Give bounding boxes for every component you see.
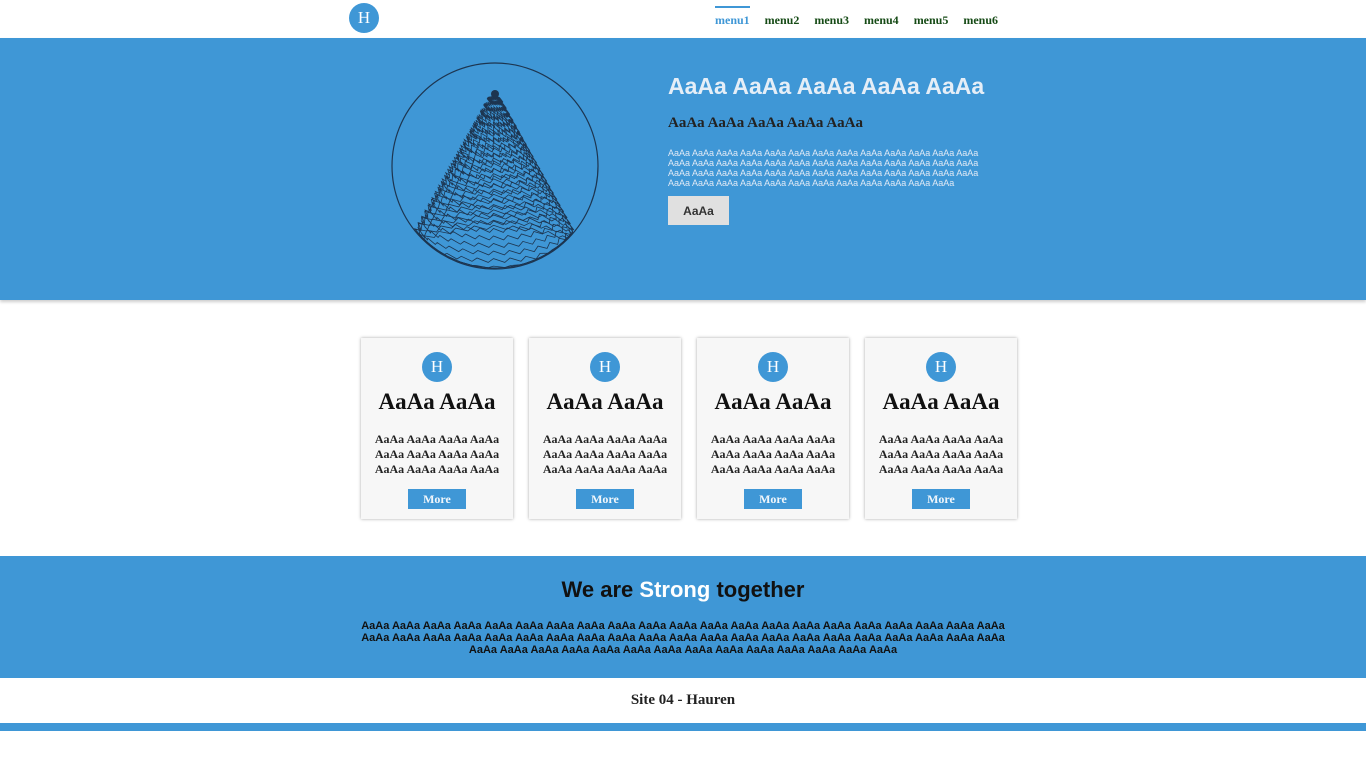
- card-text: AaAa AaAa AaAa AaAa AaAa AaAa AaAa AaAa …: [374, 432, 500, 476]
- card-more-button[interactable]: More: [912, 489, 970, 509]
- card-title: AaAa AaAa: [714, 389, 832, 414]
- band-description: AaAa AaAa AaAa AaAa AaAa AaAa AaAa AaAa …: [361, 620, 1005, 656]
- nav-item-menu1[interactable]: menu1: [715, 6, 750, 30]
- nav-item-menu6[interactable]: menu6: [963, 6, 998, 30]
- strong-together-section: [0, 556, 1366, 678]
- feature-card: H AaAa AaAa AaAa AaAa AaAa AaAa AaAa AaA…: [697, 338, 849, 519]
- nav-item-menu5[interactable]: menu5: [914, 6, 949, 30]
- feature-card: H AaAa AaAa AaAa AaAa AaAa AaAa AaAa AaA…: [529, 338, 681, 519]
- card-title: AaAa AaAa: [546, 389, 664, 414]
- card-logo-icon: H: [926, 352, 956, 382]
- nav-item-menu3[interactable]: menu3: [814, 6, 849, 30]
- card-more-button[interactable]: More: [744, 489, 802, 509]
- card-more-button[interactable]: More: [408, 489, 466, 509]
- card-logo-icon: H: [590, 352, 620, 382]
- top-bar: H menu1 menu2 menu3 menu4 menu5 menu6: [0, 0, 1366, 38]
- band-title-highlight: Strong: [639, 577, 711, 602]
- feature-card: H AaAa AaAa AaAa AaAa AaAa AaAa AaAa AaA…: [361, 338, 513, 519]
- nav-item-menu4[interactable]: menu4: [864, 6, 899, 30]
- footer-bar: [0, 723, 1366, 731]
- card-logo-icon: H: [422, 352, 452, 382]
- feature-card: H AaAa AaAa AaAa AaAa AaAa AaAa AaAa AaA…: [865, 338, 1017, 519]
- footer-text: Site 04 - Hauren: [630, 692, 736, 708]
- card-logo-icon: H: [758, 352, 788, 382]
- card-title: AaAa AaAa: [378, 389, 496, 414]
- band-title-suffix: together: [716, 577, 805, 602]
- card-text: AaAa AaAa AaAa AaAa AaAa AaAa AaAa AaAa …: [710, 432, 836, 476]
- nav-item-menu2[interactable]: menu2: [765, 6, 800, 30]
- hero-title: AaAa AaAa AaAa AaAa AaAa: [668, 73, 985, 99]
- card-text: AaAa AaAa AaAa AaAa AaAa AaAa AaAa AaAa …: [878, 432, 1004, 476]
- sphere-illustration-icon: [391, 62, 599, 270]
- hero-description: AaAa AaAa AaAa AaAa AaAa AaAa AaAa AaAa …: [668, 148, 979, 188]
- band-title-prefix: We are: [561, 577, 634, 602]
- band-title: We are Strong together: [0, 577, 1366, 603]
- hero-subtitle: AaAa AaAa AaAa AaAa AaAa: [668, 115, 864, 131]
- main-nav: menu1 menu2 menu3 menu4 menu5 menu6: [715, 6, 998, 30]
- card-text: AaAa AaAa AaAa AaAa AaAa AaAa AaAa AaAa …: [542, 432, 668, 476]
- card-more-button[interactable]: More: [576, 489, 634, 509]
- hero-button[interactable]: AaAa: [668, 196, 729, 225]
- card-title: AaAa AaAa: [882, 389, 1000, 414]
- logo-icon[interactable]: H: [349, 3, 379, 33]
